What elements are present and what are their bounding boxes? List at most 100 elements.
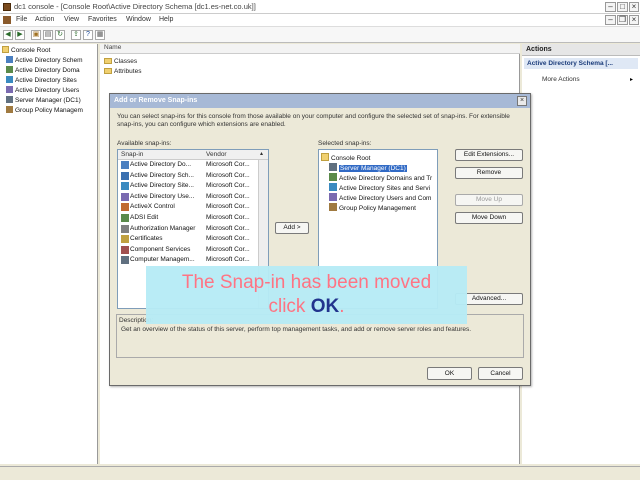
list-item[interactable]: Active Directory Sch... Microsoft Cor... bbox=[118, 171, 258, 182]
menu-action[interactable]: Action bbox=[35, 16, 54, 23]
users-icon bbox=[329, 193, 337, 201]
tree-item-group-policy[interactable]: Group Policy Managem bbox=[6, 106, 102, 115]
folder-icon bbox=[104, 68, 112, 74]
minimize-icon[interactable]: – bbox=[605, 2, 616, 12]
list-item[interactable]: Certificates Microsoft Cor... bbox=[118, 234, 258, 245]
tree-item-ad-domains[interactable]: Active Directory Doma bbox=[6, 66, 102, 75]
snapin-vendor: Microsoft Cor... bbox=[206, 224, 250, 232]
menu-window[interactable]: Window bbox=[126, 16, 151, 23]
menu-file[interactable]: File bbox=[16, 16, 27, 23]
ok-button[interactable]: OK bbox=[427, 367, 472, 380]
child-minimize-icon[interactable]: – bbox=[605, 15, 616, 25]
snapin-vendor: Microsoft Cor... bbox=[206, 214, 250, 221]
toolbar: ◀ ▶ ▣ ▤ ↻ ⇪ ? ▦ bbox=[0, 27, 640, 43]
tree-item-ad-users[interactable]: Active Directory Users bbox=[6, 86, 102, 95]
list-item[interactable]: Computer Managem... Microsoft Cor... bbox=[118, 255, 258, 266]
selected-item-ad-users[interactable]: Active Directory Users and Com bbox=[329, 193, 437, 203]
mmc-app-icon bbox=[3, 3, 11, 11]
selected-item-group-policy[interactable]: Group Policy Management bbox=[329, 203, 437, 213]
server-icon bbox=[329, 163, 337, 171]
callout-prefix: click bbox=[268, 296, 311, 317]
snapin-name: ActiveX Control bbox=[130, 203, 175, 211]
snapin-vendor: Microsoft Cor... bbox=[206, 235, 250, 243]
close-icon[interactable]: × bbox=[629, 2, 639, 12]
child-close-icon[interactable]: × bbox=[629, 15, 639, 25]
dialog-close-icon[interactable]: × bbox=[517, 96, 527, 106]
snapin-icon bbox=[121, 256, 129, 265]
edit-extensions-button[interactable]: Edit Extensions... bbox=[455, 149, 523, 161]
snapin-icon bbox=[121, 182, 129, 191]
list-item[interactable]: Component Services Microsoft Cor... bbox=[118, 245, 258, 256]
snapin-name: Active Directory Use... bbox=[130, 192, 195, 200]
console-icon bbox=[3, 16, 11, 24]
tree-item-ad-schema[interactable]: Active Directory Schem bbox=[6, 56, 102, 65]
snapin-icon bbox=[121, 245, 129, 254]
list-item[interactable]: ADSI Edit Microsoft Cor... bbox=[118, 213, 258, 224]
actions-selected-item[interactable]: Active Directory Schema [... bbox=[524, 58, 638, 69]
snapin-name: ADSI Edit bbox=[130, 214, 159, 221]
forward-icon[interactable]: ▶ bbox=[15, 30, 25, 40]
selected-item-label: Group Policy Management bbox=[339, 205, 416, 212]
tree-item-console-root[interactable]: Console Root bbox=[321, 153, 437, 163]
tree-item-server-manager[interactable]: Server Manager (DC1) bbox=[6, 96, 102, 105]
folder-icon bbox=[104, 58, 112, 64]
cancel-button[interactable]: Cancel bbox=[478, 367, 523, 380]
menu-view[interactable]: View bbox=[64, 16, 79, 23]
chevron-up-icon[interactable]: ▴ bbox=[260, 150, 263, 157]
snapin-vendor: Microsoft Cor... bbox=[206, 161, 250, 168]
tree-item-label: Active Directory Schem bbox=[15, 57, 83, 64]
show-action-pane-icon[interactable]: ▦ bbox=[95, 30, 105, 40]
list-item[interactable]: Authorization Manager Microsoft Cor... bbox=[118, 224, 258, 235]
add-button[interactable]: Add > bbox=[275, 222, 309, 234]
tree-item-ad-sites[interactable]: Active Directory Sites bbox=[6, 76, 102, 85]
tree-item-label: Server Manager (DC1) bbox=[15, 97, 81, 104]
export-list-icon[interactable]: ⇪ bbox=[71, 30, 81, 40]
maximize-icon[interactable]: □ bbox=[617, 2, 628, 12]
move-down-button[interactable]: Move Down bbox=[455, 212, 523, 224]
child-restore-icon[interactable]: ❐ bbox=[617, 15, 628, 25]
list-item[interactable]: Active Directory Do... Microsoft Cor... bbox=[118, 160, 258, 171]
menu-bar: File Action View Favorites Window Help –… bbox=[0, 14, 640, 27]
folder-icon bbox=[2, 46, 9, 53]
domains-icon bbox=[6, 66, 13, 73]
column-header-name[interactable]: Name bbox=[100, 44, 520, 54]
tree-item-label: Active Directory Users bbox=[15, 87, 80, 94]
selected-item-label: Server Manager (DC1) bbox=[339, 165, 407, 172]
chevron-right-icon: ▸ bbox=[630, 77, 634, 83]
selected-item-ad-domains[interactable]: Active Directory Domains and Tr bbox=[329, 173, 437, 183]
dialog-title: Add or Remove Snap-ins bbox=[110, 94, 530, 108]
help-icon[interactable]: ? bbox=[83, 30, 93, 40]
show-hide-tree-icon[interactable]: ▤ bbox=[43, 30, 53, 40]
tree-item-label: Group Policy Managem bbox=[15, 107, 83, 114]
selected-item-server-manager[interactable]: Server Manager (DC1) bbox=[329, 163, 437, 173]
group-policy-icon bbox=[329, 203, 337, 211]
snapin-vendor: Microsoft Cor... bbox=[206, 256, 250, 264]
list-item-classes[interactable]: Classes bbox=[104, 58, 137, 65]
column-header-snapin[interactable]: Snap-in bbox=[121, 151, 143, 158]
server-icon bbox=[6, 96, 13, 103]
menu-help[interactable]: Help bbox=[159, 16, 173, 23]
snapin-name: Active Directory Site... bbox=[130, 182, 194, 190]
console-tree: Console Root Active Directory Schem Acti… bbox=[0, 44, 98, 464]
tree-item-console-root[interactable]: Console Root bbox=[2, 46, 98, 55]
list-item[interactable]: ActiveX Control Microsoft Cor... bbox=[118, 202, 258, 213]
list-item[interactable]: Active Directory Site... Microsoft Cor... bbox=[118, 181, 258, 192]
column-header-vendor[interactable]: Vendor bbox=[206, 151, 227, 158]
list-item-attributes[interactable]: Attributes bbox=[104, 68, 141, 75]
actions-header: Actions bbox=[522, 44, 640, 56]
snapin-icon bbox=[121, 203, 129, 212]
menu-favorites[interactable]: Favorites bbox=[88, 16, 117, 23]
group-policy-icon bbox=[6, 106, 13, 113]
selected-item-label: Active Directory Users and Com bbox=[339, 195, 432, 202]
list-item[interactable]: Active Directory Use... Microsoft Cor... bbox=[118, 192, 258, 203]
schema-icon bbox=[6, 56, 13, 63]
move-up-button[interactable]: Move Up bbox=[455, 194, 523, 206]
back-icon[interactable]: ◀ bbox=[3, 30, 13, 40]
tutorial-callout: The Snap-in has been moved click OK. bbox=[146, 266, 467, 324]
snapin-vendor: Microsoft Cor... bbox=[206, 192, 250, 200]
more-actions-link[interactable]: More Actions bbox=[542, 76, 580, 83]
selected-item-ad-sites[interactable]: Active Directory Sites and Servi bbox=[329, 183, 437, 193]
refresh-icon[interactable]: ↻ bbox=[55, 30, 65, 40]
remove-button[interactable]: Remove bbox=[455, 167, 523, 179]
up-folder-icon[interactable]: ▣ bbox=[31, 30, 41, 40]
